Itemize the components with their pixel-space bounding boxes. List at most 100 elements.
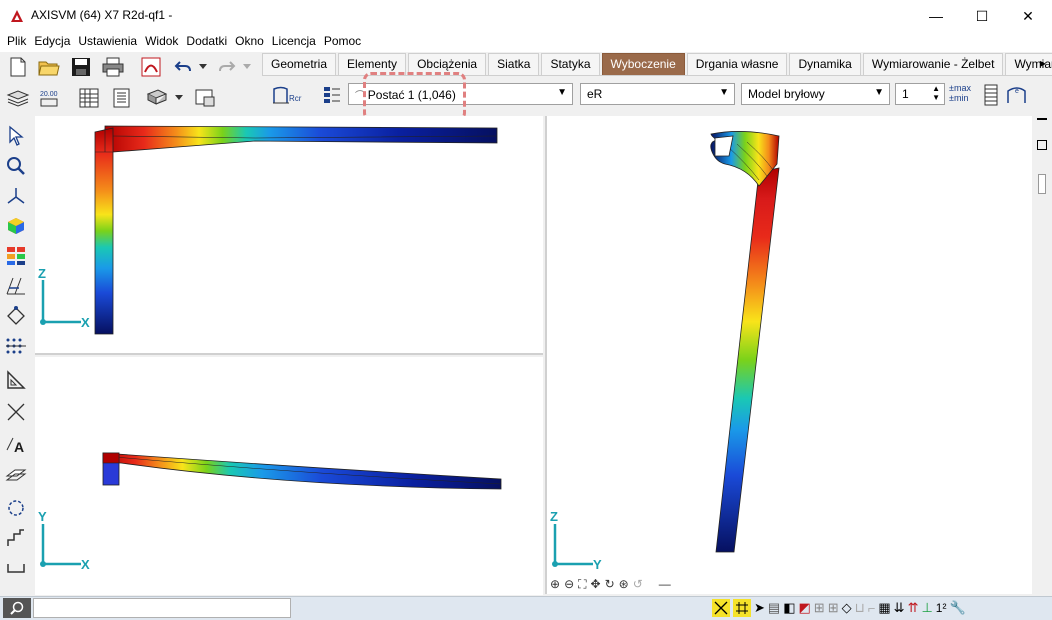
tab-siatka[interactable]: Siatka xyxy=(488,53,540,75)
scale-stepper[interactable]: 1 ▲ ▼ xyxy=(895,83,945,105)
tab-scroll-right-button[interactable]: ▸ xyxy=(1040,56,1046,70)
menu-edycja[interactable]: Edycja xyxy=(27,32,70,52)
result-component-value: eR xyxy=(587,87,603,101)
wrench-icon[interactable]: 🔧 xyxy=(949,600,965,616)
tab-wyboczenie[interactable]: Wyboczenie xyxy=(601,53,685,75)
stairs-icon[interactable] xyxy=(4,526,28,550)
deformed-beam xyxy=(104,125,498,153)
menu-ustawienia[interactable]: Ustawienia xyxy=(71,32,137,52)
zoom-next-icon[interactable]: ↺ xyxy=(633,577,643,593)
menu-dodatki[interactable]: Dodatki xyxy=(179,32,227,52)
render-toggle-icon[interactable]: ◧ xyxy=(783,600,795,616)
save-icon[interactable] xyxy=(68,54,94,80)
stepper-arrows-icon[interactable]: ▲ ▼ xyxy=(932,84,940,102)
drawing-library-dropdown-icon[interactable] xyxy=(172,85,186,111)
menu-pomoc[interactable]: Pomoc xyxy=(317,32,361,52)
grid-points-icon[interactable] xyxy=(4,334,28,358)
redo-icon[interactable] xyxy=(216,54,238,80)
scale-value: 1 xyxy=(902,87,909,101)
scroll-thumb[interactable] xyxy=(1038,174,1046,194)
search-button[interactable] xyxy=(3,598,31,618)
sort-down-icon[interactable]: ⇊ xyxy=(894,600,905,616)
units-icon[interactable]: 20.00 xyxy=(36,85,62,111)
zoom-out-icon[interactable]: ⊖ xyxy=(564,577,574,593)
viewport-xy[interactable]: Y X xyxy=(35,357,543,595)
result-list-icon[interactable] xyxy=(319,82,345,108)
viewport-xz[interactable]: Z X xyxy=(35,116,543,355)
tab-drgania-wlasne[interactable]: Drgania własne xyxy=(686,53,788,75)
color-toggle-icon[interactable]: ◩ xyxy=(799,600,811,616)
numbering-icon[interactable]: 1² xyxy=(936,601,947,615)
triangle-ruler-icon[interactable] xyxy=(4,368,28,392)
pdf-export-icon[interactable] xyxy=(138,54,164,80)
pointer-mode-icon[interactable]: ➤ xyxy=(754,600,765,616)
viewport-zoom-toolbar: ⊕ ⊖ ⛶ ✥ ↻ ⊛ ↺ — xyxy=(550,577,671,593)
rotate-icon[interactable]: ↻ xyxy=(605,577,615,593)
color-legend-icon[interactable] xyxy=(978,82,1004,108)
stair-icon[interactable]: ⌐ xyxy=(868,601,876,616)
node-geometry-icon[interactable] xyxy=(4,304,28,328)
menu-plik[interactable]: Plik xyxy=(0,32,26,52)
animation-icon[interactable]: e xyxy=(1004,82,1030,108)
pan-icon[interactable]: ✥ xyxy=(591,577,601,593)
close-button[interactable]: ✕ xyxy=(1005,0,1051,32)
new-file-icon[interactable] xyxy=(5,54,31,80)
result-component-select[interactable]: eR ▼ xyxy=(580,83,735,105)
text-label-icon[interactable]: A xyxy=(4,432,28,456)
print-preview-icon[interactable] xyxy=(192,85,218,111)
node-snap-icon[interactable]: ◇ xyxy=(842,600,852,616)
status-toolbar: ➤ ▤ ◧ ◩ ⊞ ⊞ ◇ ⊔ ⌐ ▦ ⇊ ⇈ ⊥ 1² 🔧 xyxy=(712,598,966,618)
viewport-yz[interactable]: Z Y ⊕ ⊖ ⛶ ✥ ↻ ⊛ ↺ — xyxy=(545,116,1032,594)
redo-dropdown-icon[interactable] xyxy=(240,54,254,80)
sort-up-icon[interactable]: ⇈ xyxy=(908,600,919,616)
connect-icon[interactable] xyxy=(4,556,28,580)
snap-grid-icon[interactable] xyxy=(733,599,751,617)
tab-wymiarowanie-zelbet[interactable]: Wymiarowanie - Żelbet xyxy=(862,53,1004,75)
dimension-line-icon[interactable] xyxy=(4,274,28,298)
intersect-icon[interactable] xyxy=(4,400,28,424)
drawing-library-icon[interactable] xyxy=(144,85,170,111)
grid-view-alt-icon[interactable]: ⊞ xyxy=(828,600,839,616)
tab-dynamika[interactable]: Dynamika xyxy=(789,53,861,75)
zoom-fit-icon[interactable]: ⛶ xyxy=(578,577,586,593)
display-mode-select[interactable]: Model bryłowy ▼ xyxy=(741,83,890,105)
report-icon[interactable] xyxy=(108,85,134,111)
color-scale-icon[interactable] xyxy=(4,244,28,268)
snap-intersection-icon[interactable] xyxy=(712,599,730,617)
undo-dropdown-icon[interactable] xyxy=(196,54,210,80)
table-grid-icon[interactable]: ▦ xyxy=(878,600,890,616)
zoom-icon[interactable] xyxy=(4,154,28,178)
local-axes-icon[interactable]: ⊥ xyxy=(921,600,932,616)
zoom-in-icon[interactable]: ⊕ xyxy=(550,577,560,593)
menu-okno[interactable]: Okno xyxy=(228,32,264,52)
axis-label-z: Z xyxy=(550,509,558,524)
workplane-icon[interactable] xyxy=(4,496,28,520)
connection-icon[interactable]: ⊔ xyxy=(855,600,865,616)
undo-icon[interactable] xyxy=(172,54,194,80)
axis-triad-yz xyxy=(552,524,593,567)
maximize-view-icon[interactable] xyxy=(1037,140,1047,150)
command-search-input[interactable] xyxy=(33,598,291,618)
maximize-button[interactable]: ☐ xyxy=(959,0,1005,32)
axis-triad-xy xyxy=(40,524,81,567)
print-icon[interactable] xyxy=(100,54,126,80)
grid-view-icon[interactable]: ⊞ xyxy=(814,600,825,616)
minimize-view-icon[interactable] xyxy=(1037,118,1047,120)
annotation-highlight xyxy=(363,72,466,121)
minimize-button[interactable]: — xyxy=(913,0,959,32)
tab-statyka[interactable]: Statyka xyxy=(541,53,600,75)
tab-geometria[interactable]: Geometria xyxy=(262,53,337,75)
render-mode-icon[interactable] xyxy=(4,214,28,238)
open-folder-icon[interactable] xyxy=(36,54,62,80)
parts-list-icon[interactable]: ▤ xyxy=(768,600,780,616)
buckling-parameters-icon[interactable]: Rcr xyxy=(270,82,306,108)
section-plane-icon[interactable] xyxy=(4,464,28,488)
zoom-previous-icon[interactable]: ⊛ xyxy=(619,577,629,593)
max-min-toggle[interactable]: ±max ±min xyxy=(949,83,971,103)
layers-icon[interactable] xyxy=(5,85,31,111)
table-browser-icon[interactable] xyxy=(76,85,102,111)
view-axes-icon[interactable] xyxy=(4,184,28,208)
menu-licencja[interactable]: Licencja xyxy=(265,32,316,52)
select-pointer-icon[interactable] xyxy=(4,124,28,148)
menu-widok[interactable]: Widok xyxy=(138,32,178,52)
